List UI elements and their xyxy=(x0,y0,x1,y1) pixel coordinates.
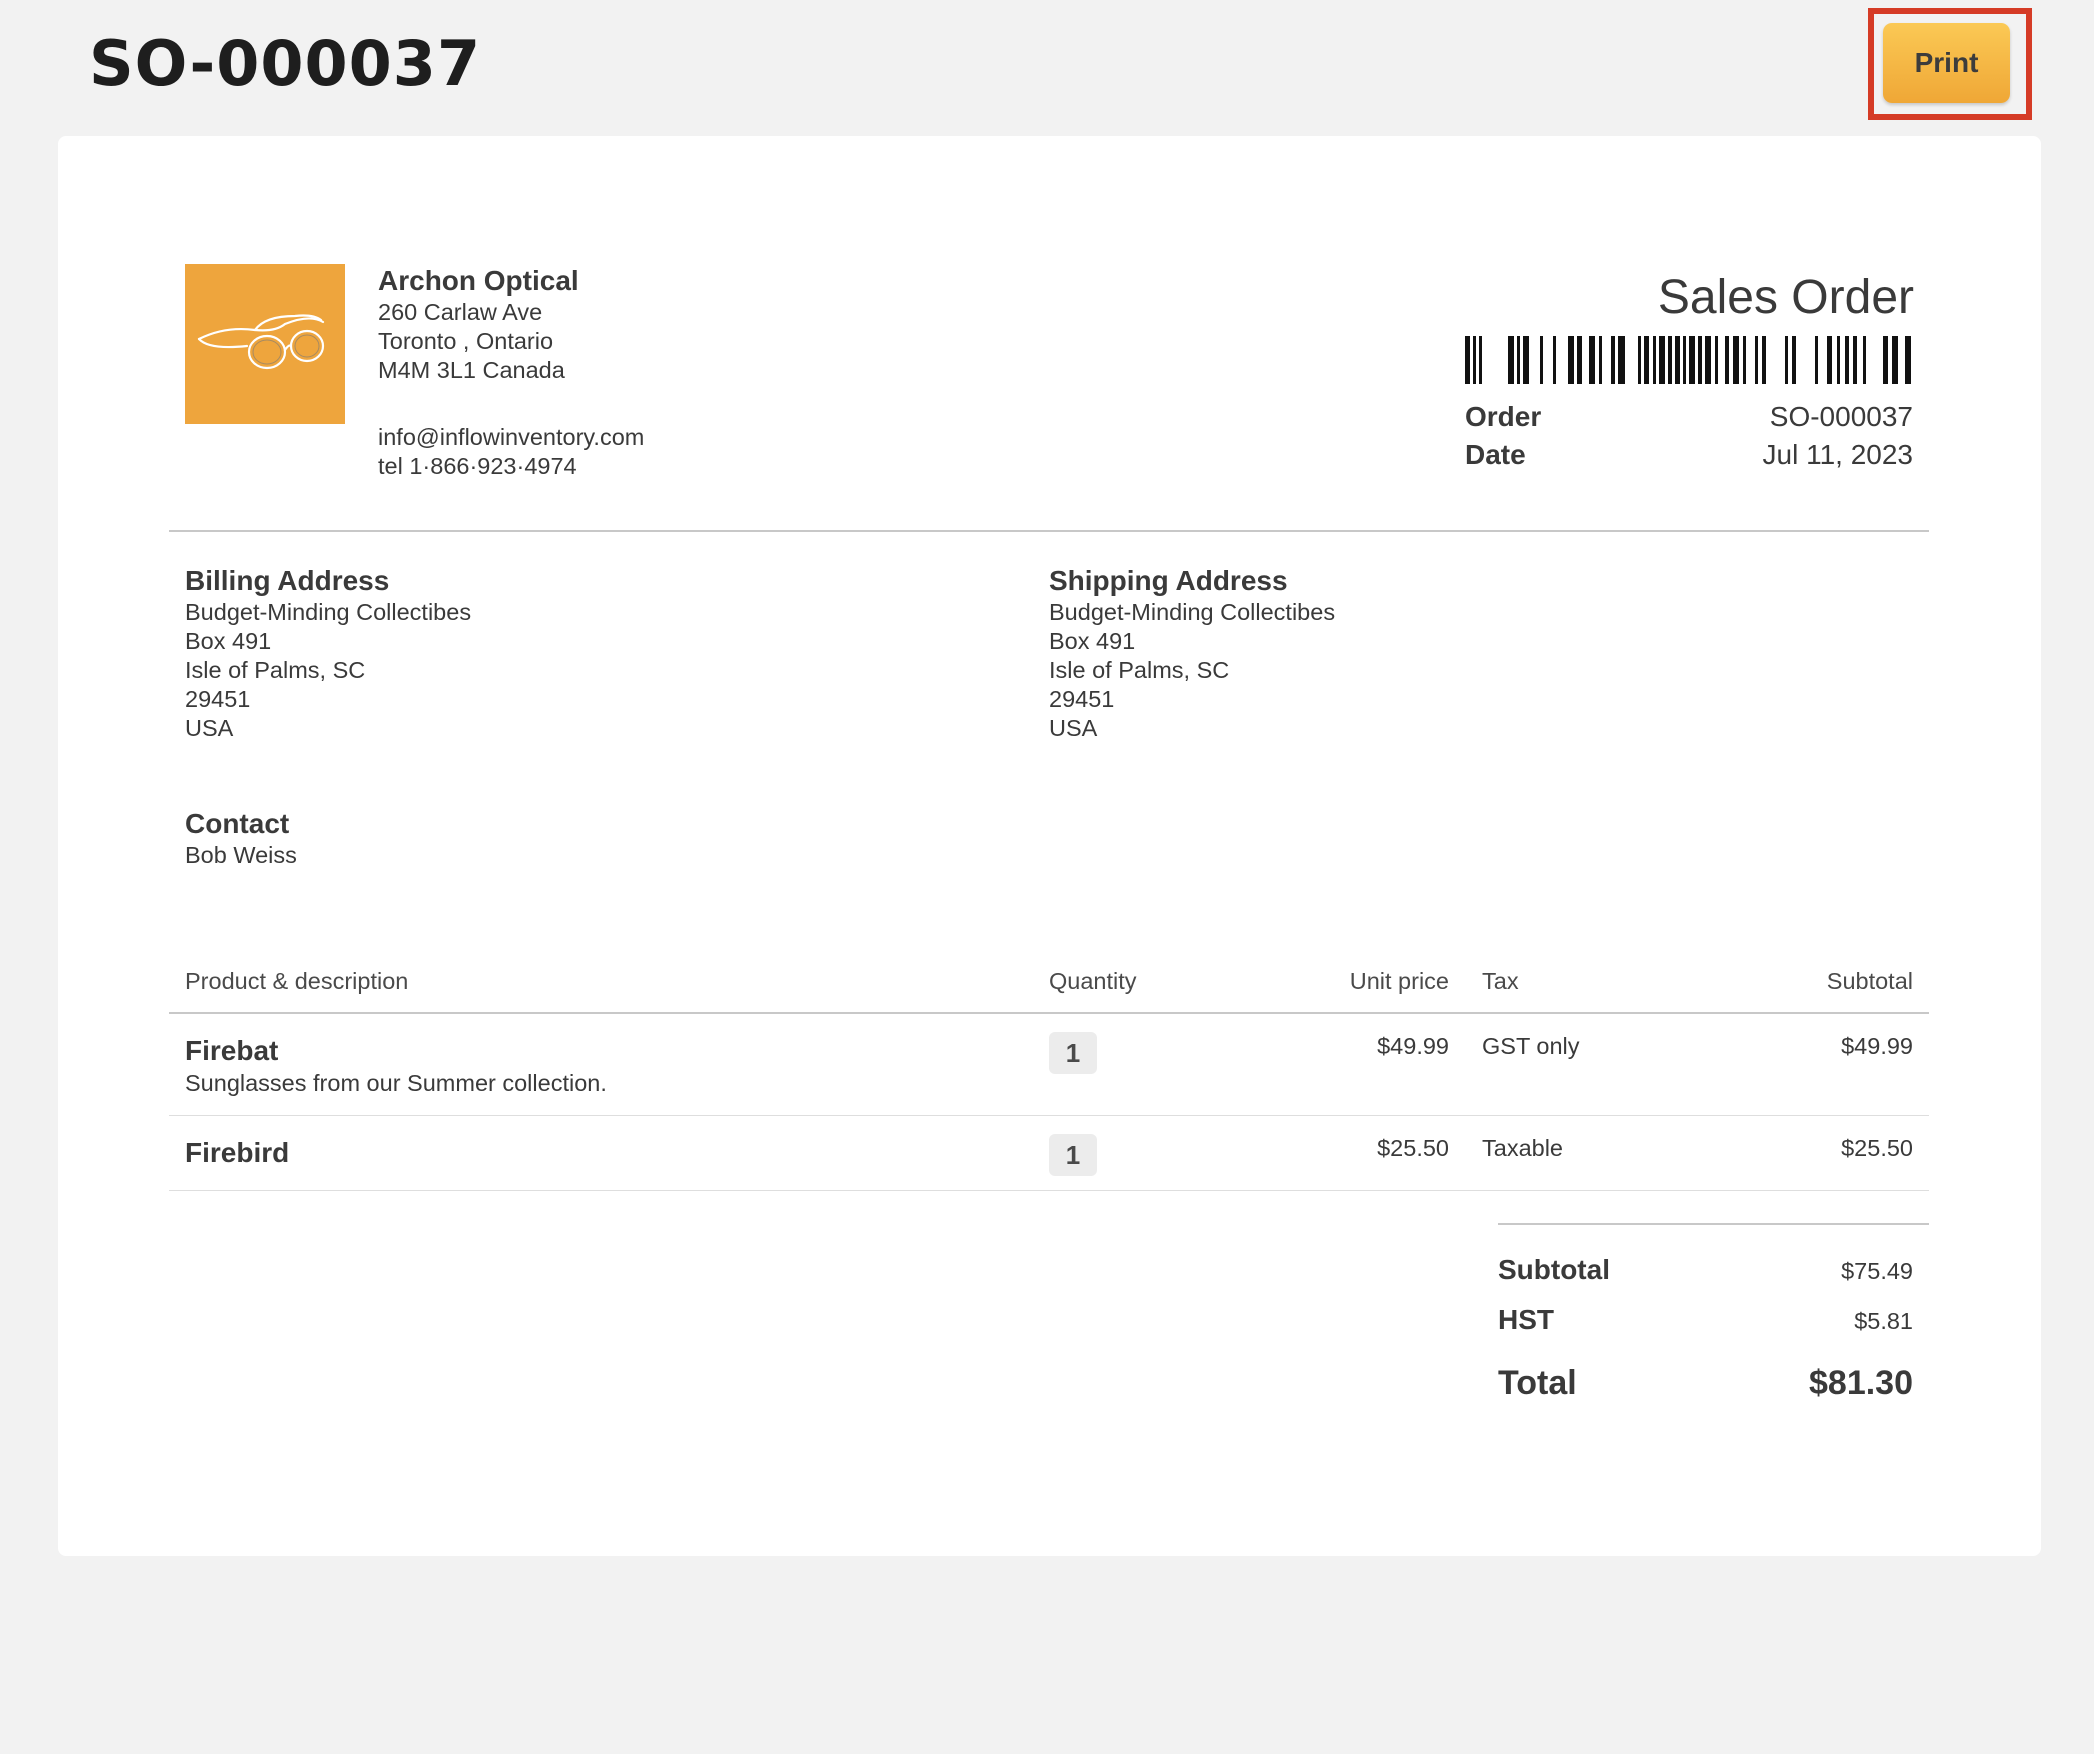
tax-label: HST xyxy=(1498,1304,1554,1335)
billing-address: Billing Address Budget-Minding Collectib… xyxy=(185,564,471,743)
shipping-address-line: Isle of Palms, SC xyxy=(1049,657,1230,683)
print-button[interactable]: Print xyxy=(1883,23,2010,103)
tax-status: GST only xyxy=(1482,1033,1580,1059)
order-date-label: Date xyxy=(1465,439,1526,470)
totals-divider xyxy=(1498,1223,1929,1225)
subtotal-value: $75.49 xyxy=(1841,1258,1913,1284)
document-title: Sales Order xyxy=(1657,271,1914,324)
line-subtotal: $25.50 xyxy=(1841,1135,1913,1161)
shipping-address-line: 29451 xyxy=(1049,686,1115,712)
eyeglasses-icon xyxy=(197,314,325,370)
header-divider xyxy=(169,530,1929,532)
shipping-address-title: Shipping Address xyxy=(1049,565,1288,596)
total-label: Total xyxy=(1498,1364,1577,1402)
column-header-tax: Tax xyxy=(1482,968,1519,994)
company-name: Archon Optical xyxy=(378,265,579,296)
quantity-badge: 1 xyxy=(1049,1032,1097,1074)
product-description: Sunglasses from our Summer collection. xyxy=(185,1070,607,1096)
quantity-badge: 1 xyxy=(1049,1134,1097,1176)
shipping-address-line: USA xyxy=(1049,715,1098,741)
line-subtotal: $49.99 xyxy=(1841,1033,1913,1059)
column-header-product: Product & description xyxy=(185,968,409,994)
contact-title: Contact xyxy=(185,808,290,839)
unit-price: $25.50 xyxy=(1377,1135,1449,1161)
company-address-line: Toronto , Ontario xyxy=(378,328,554,354)
page-title: SO-000037 xyxy=(89,27,482,100)
order-meta: Order SO-000037 Date Jul 11, 2023 xyxy=(1465,398,1913,474)
unit-price: $49.99 xyxy=(1377,1033,1449,1059)
company-address-line: 260 Carlaw Ave xyxy=(378,299,543,325)
product-cell: Firebat Sunglasses from our Summer colle… xyxy=(185,1034,607,1098)
company-logo xyxy=(185,264,345,424)
contact-block: Contact Bob Weiss xyxy=(185,807,297,870)
order-number-label: Order xyxy=(1465,401,1542,432)
table-header-divider xyxy=(169,1012,1929,1014)
column-header-subtotal: Subtotal xyxy=(1826,968,1913,994)
column-header-quantity: Quantity xyxy=(1049,968,1137,994)
shipping-address: Shipping Address Budget-Minding Collecti… xyxy=(1049,564,1335,743)
tax-value: $5.81 xyxy=(1854,1308,1913,1334)
billing-address-line: Budget-Minding Collectibes xyxy=(185,599,472,625)
order-number-value: SO-000037 xyxy=(1769,401,1913,432)
billing-address-line: USA xyxy=(185,715,234,741)
billing-address-title: Billing Address xyxy=(185,565,390,596)
tax-status: Taxable xyxy=(1482,1135,1563,1161)
order-barcode xyxy=(1465,336,1911,384)
subtotal-label: Subtotal xyxy=(1498,1254,1610,1285)
product-cell: Firebird xyxy=(185,1136,289,1170)
contact-name: Bob Weiss xyxy=(185,842,297,868)
company-phone: tel 1·866·923·4974 xyxy=(378,453,577,479)
row-divider xyxy=(169,1190,1929,1191)
shipping-address-line: Budget-Minding Collectibes xyxy=(1049,599,1336,625)
company-address-line: M4M 3L1 Canada xyxy=(378,357,565,383)
billing-address-line: 29451 xyxy=(185,686,251,712)
total-value: $81.30 xyxy=(1809,1364,1913,1402)
shipping-address-line: Box 491 xyxy=(1049,628,1136,654)
company-email: info@inflowinventory.com xyxy=(378,424,645,450)
billing-address-line: Isle of Palms, SC xyxy=(185,657,366,683)
product-name: Firebat xyxy=(185,1035,279,1066)
row-divider xyxy=(169,1115,1929,1116)
totals-block: Subtotal $75.49 HST $5.81 Total $81.30 xyxy=(1498,1254,1913,1424)
sales-order-document: Archon Optical 260 Carlaw Ave Toronto , … xyxy=(58,136,2041,1556)
billing-address-line: Box 491 xyxy=(185,628,272,654)
company-info: Archon Optical 260 Carlaw Ave Toronto , … xyxy=(378,264,644,481)
order-date-value: Jul 11, 2023 xyxy=(1762,439,1914,470)
product-name: Firebird xyxy=(185,1137,290,1168)
column-header-unit-price: Unit price xyxy=(1349,968,1449,994)
